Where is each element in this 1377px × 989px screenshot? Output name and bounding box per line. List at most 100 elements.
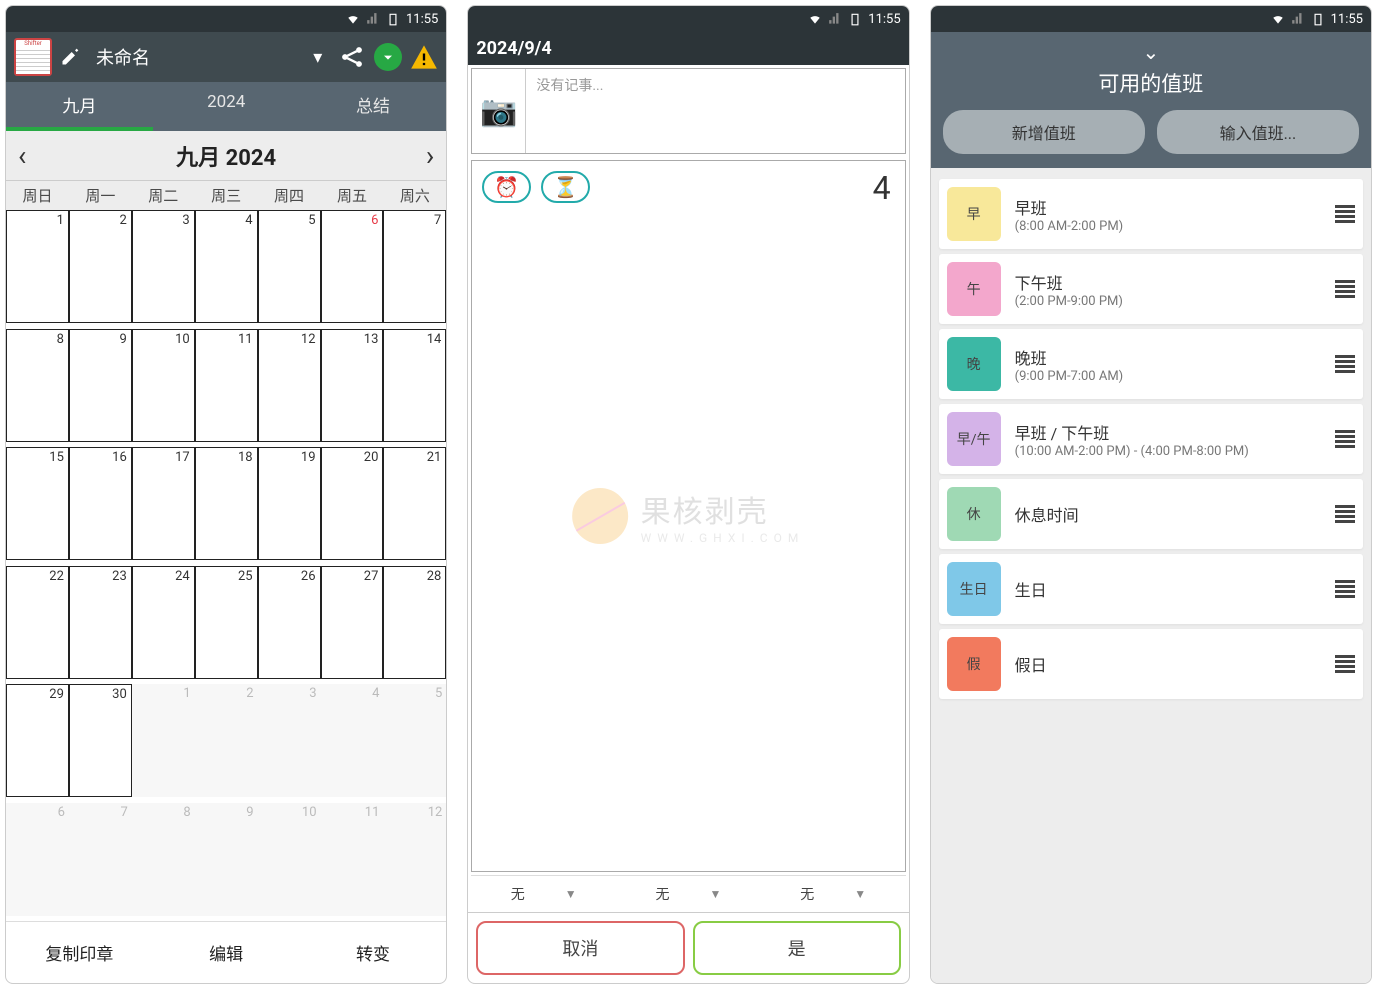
calendar-cell[interactable]: 9 bbox=[69, 329, 132, 442]
drag-handle-icon[interactable] bbox=[1335, 578, 1355, 600]
calendar-cell[interactable]: 11 bbox=[195, 329, 258, 442]
drag-handle-icon[interactable] bbox=[1335, 203, 1355, 225]
cancel-button[interactable]: 取消 bbox=[476, 921, 684, 975]
share-icon[interactable] bbox=[338, 43, 366, 71]
calendar-cell[interactable]: 17 bbox=[132, 447, 195, 560]
toolbar-button[interactable]: 转变 bbox=[300, 922, 447, 983]
sync-button[interactable] bbox=[374, 43, 402, 71]
calendar-cell[interactable]: 20 bbox=[321, 447, 384, 560]
toolbar-button[interactable]: 编辑 bbox=[153, 922, 300, 983]
action-buttons: 取消 是 bbox=[468, 912, 908, 983]
calendar-cell[interactable]: 29 bbox=[6, 684, 69, 797]
shift-spinners: 无▼ 无▼ 无▼ bbox=[471, 875, 905, 912]
calendar-cell[interactable]: 9 bbox=[195, 803, 258, 916]
calendar-cell[interactable]: 14 bbox=[383, 329, 446, 442]
weekday: 周五 bbox=[321, 181, 384, 210]
shift-item[interactable]: 生日生日 bbox=[939, 554, 1363, 624]
signal-icon bbox=[366, 12, 380, 26]
date-header: 2024/9/4 bbox=[468, 32, 908, 65]
shift-item[interactable]: 假假日 bbox=[939, 629, 1363, 699]
tab-0[interactable]: 九月 bbox=[6, 82, 153, 131]
note-panel: 📷 没有记事... bbox=[471, 68, 905, 154]
calendar-cell[interactable]: 27 bbox=[321, 566, 384, 679]
calendar-cell[interactable]: 23 bbox=[69, 566, 132, 679]
pencil-icon[interactable] bbox=[60, 47, 80, 67]
toolbar-button[interactable]: 复制印章 bbox=[6, 922, 153, 983]
weekday: 周四 bbox=[258, 181, 321, 210]
calendar-cell[interactable]: 19 bbox=[258, 447, 321, 560]
warning-icon[interactable] bbox=[410, 43, 438, 71]
drag-handle-icon[interactable] bbox=[1335, 503, 1355, 525]
calendar-cell[interactable]: 10 bbox=[132, 329, 195, 442]
calendar-cell[interactable]: 2 bbox=[69, 210, 132, 323]
calendar-cell[interactable]: 1 bbox=[132, 684, 195, 797]
calendar-cell[interactable]: 11 bbox=[321, 803, 384, 916]
tab-2[interactable]: 总结 bbox=[300, 82, 447, 131]
calendar-cell[interactable]: 15 bbox=[6, 447, 69, 560]
calendar-cell[interactable]: 1 bbox=[6, 210, 69, 323]
shift-badge: 晚 bbox=[947, 337, 1001, 391]
chevron-down-icon[interactable]: ⌄ bbox=[931, 40, 1371, 64]
drag-handle-icon[interactable] bbox=[1335, 653, 1355, 675]
calendar-cell[interactable]: 8 bbox=[6, 329, 69, 442]
tab-1[interactable]: 2024 bbox=[153, 82, 300, 131]
confirm-button[interactable]: 是 bbox=[693, 921, 901, 975]
calendar-cell[interactable]: 13 bbox=[321, 329, 384, 442]
calendar-cell[interactable]: 24 bbox=[132, 566, 195, 679]
calendar-cell[interactable]: 30 bbox=[69, 684, 132, 797]
calendar-cell[interactable]: 3 bbox=[132, 210, 195, 323]
shift-name: 早班 / 下午班 bbox=[1015, 420, 1335, 444]
calendar-cell[interactable]: 5 bbox=[383, 684, 446, 797]
calendar-cell[interactable]: 7 bbox=[383, 210, 446, 323]
calendar-cell[interactable]: 18 bbox=[195, 447, 258, 560]
calendar-cell[interactable]: 2 bbox=[195, 684, 258, 797]
weekday: 周三 bbox=[195, 181, 258, 210]
schedule-dropdown[interactable]: 未命名 ▾ bbox=[88, 44, 330, 70]
app-header: 未命名 ▾ bbox=[6, 32, 446, 82]
calendar-cell[interactable]: 12 bbox=[258, 329, 321, 442]
camera-button[interactable]: 📷 bbox=[472, 69, 526, 153]
calendar-cell[interactable]: 28 bbox=[383, 566, 446, 679]
drag-handle-icon[interactable] bbox=[1335, 278, 1355, 300]
calendar-cell[interactable]: 5 bbox=[258, 210, 321, 323]
calendar-cell[interactable]: 22 bbox=[6, 566, 69, 679]
calendar-cell[interactable]: 21 bbox=[383, 447, 446, 560]
calendar-cell[interactable]: 8 bbox=[132, 803, 195, 916]
add-shift-button[interactable]: 新增值班 bbox=[943, 110, 1145, 154]
shift-spinner[interactable]: 无▼ bbox=[656, 884, 722, 904]
money-chip[interactable]: ⏳ bbox=[541, 171, 590, 203]
status-bar: 11:55 bbox=[468, 6, 908, 32]
weekday: 周二 bbox=[132, 181, 195, 210]
calendar-cell[interactable]: 4 bbox=[195, 210, 258, 323]
prev-month[interactable]: ‹ bbox=[18, 139, 26, 172]
shift-name: 生日 bbox=[1015, 577, 1335, 601]
drag-handle-icon[interactable] bbox=[1335, 428, 1355, 450]
signal-icon bbox=[828, 12, 842, 26]
shift-item[interactable]: 晚晚班(9:00 PM-7:00 AM) bbox=[939, 329, 1363, 399]
shift-item[interactable]: 早/午早班 / 下午班(10:00 AM-2:00 PM) - (4:00 PM… bbox=[939, 404, 1363, 474]
shift-item[interactable]: 休休息时间 bbox=[939, 479, 1363, 549]
shift-spinner[interactable]: 无▼ bbox=[511, 884, 577, 904]
calendar-cell[interactable]: 3 bbox=[258, 684, 321, 797]
import-shift-button[interactable]: 输入值班... bbox=[1157, 110, 1359, 154]
calendar-cell[interactable]: 25 bbox=[195, 566, 258, 679]
shift-item[interactable]: 早早班(8:00 AM-2:00 PM) bbox=[939, 179, 1363, 249]
bottom-toolbar: 复制印章编辑转变 bbox=[6, 921, 446, 983]
calendar-cell[interactable]: 12 bbox=[383, 803, 446, 916]
weekday-header: 周日周一周二周三周四周五周六 bbox=[6, 180, 446, 210]
app-logo[interactable] bbox=[14, 38, 52, 76]
note-input[interactable]: 没有记事... bbox=[526, 69, 904, 153]
calendar-cell[interactable]: 6 bbox=[6, 803, 69, 916]
calendar-cell[interactable]: 7 bbox=[69, 803, 132, 916]
calendar-cell[interactable]: 6 bbox=[321, 210, 384, 323]
shift-item[interactable]: 午下午班(2:00 PM-9:00 PM) bbox=[939, 254, 1363, 324]
calendar-cell[interactable]: 10 bbox=[258, 803, 321, 916]
shift-name: 早班 bbox=[1015, 195, 1335, 219]
drag-handle-icon[interactable] bbox=[1335, 353, 1355, 375]
calendar-cell[interactable]: 26 bbox=[258, 566, 321, 679]
shift-spinner[interactable]: 无▼ bbox=[800, 884, 866, 904]
calendar-cell[interactable]: 16 bbox=[69, 447, 132, 560]
calendar-cell[interactable]: 4 bbox=[321, 684, 384, 797]
next-month[interactable]: › bbox=[426, 139, 434, 172]
alarm-chip[interactable]: ⏰ bbox=[482, 171, 531, 203]
